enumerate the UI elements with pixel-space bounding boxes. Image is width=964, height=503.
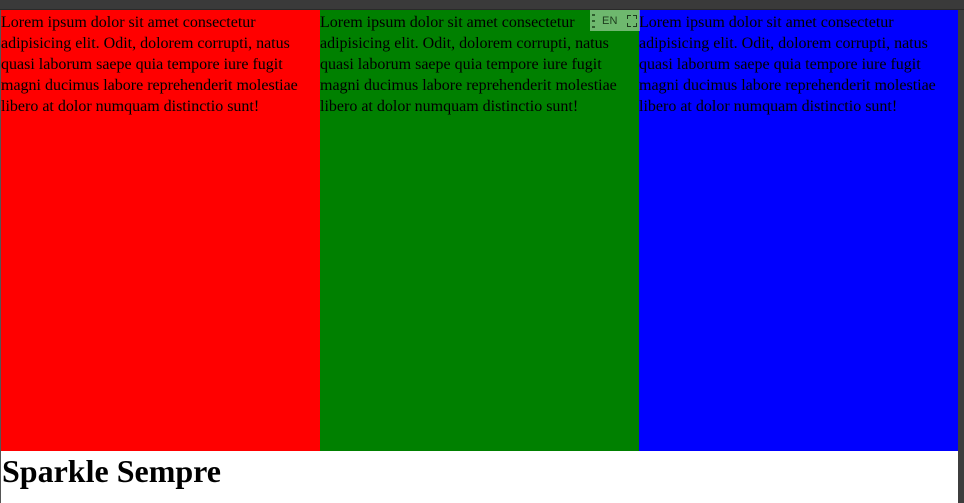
expand-icon[interactable]: [627, 14, 637, 27]
drag-grip-icon[interactable]: [592, 13, 598, 28]
column-red-text: Lorem ipsum dolor sit amet consectetur a…: [1, 14, 298, 115]
column-green: Lorem ipsum dolor sit amet consectetur a…: [320, 10, 639, 451]
column-red: Lorem ipsum dolor sit amet consectetur a…: [1, 10, 320, 451]
vertical-scrollbar[interactable]: [958, 10, 964, 503]
language-label[interactable]: EN: [602, 15, 618, 27]
column-blue-text: Lorem ipsum dolor sit amet consectetur a…: [639, 14, 936, 115]
window-top-bar: [0, 0, 964, 10]
column-blue: Lorem ipsum dolor sit amet consectetur a…: [639, 10, 958, 451]
language-switcher-widget[interactable]: EN: [590, 10, 640, 31]
page-heading: Sparkle Sempre: [2, 453, 221, 489]
browser-viewport: Lorem ipsum dolor sit amet consectetur a…: [0, 0, 964, 503]
color-columns-container: Lorem ipsum dolor sit amet consectetur a…: [1, 10, 958, 451]
